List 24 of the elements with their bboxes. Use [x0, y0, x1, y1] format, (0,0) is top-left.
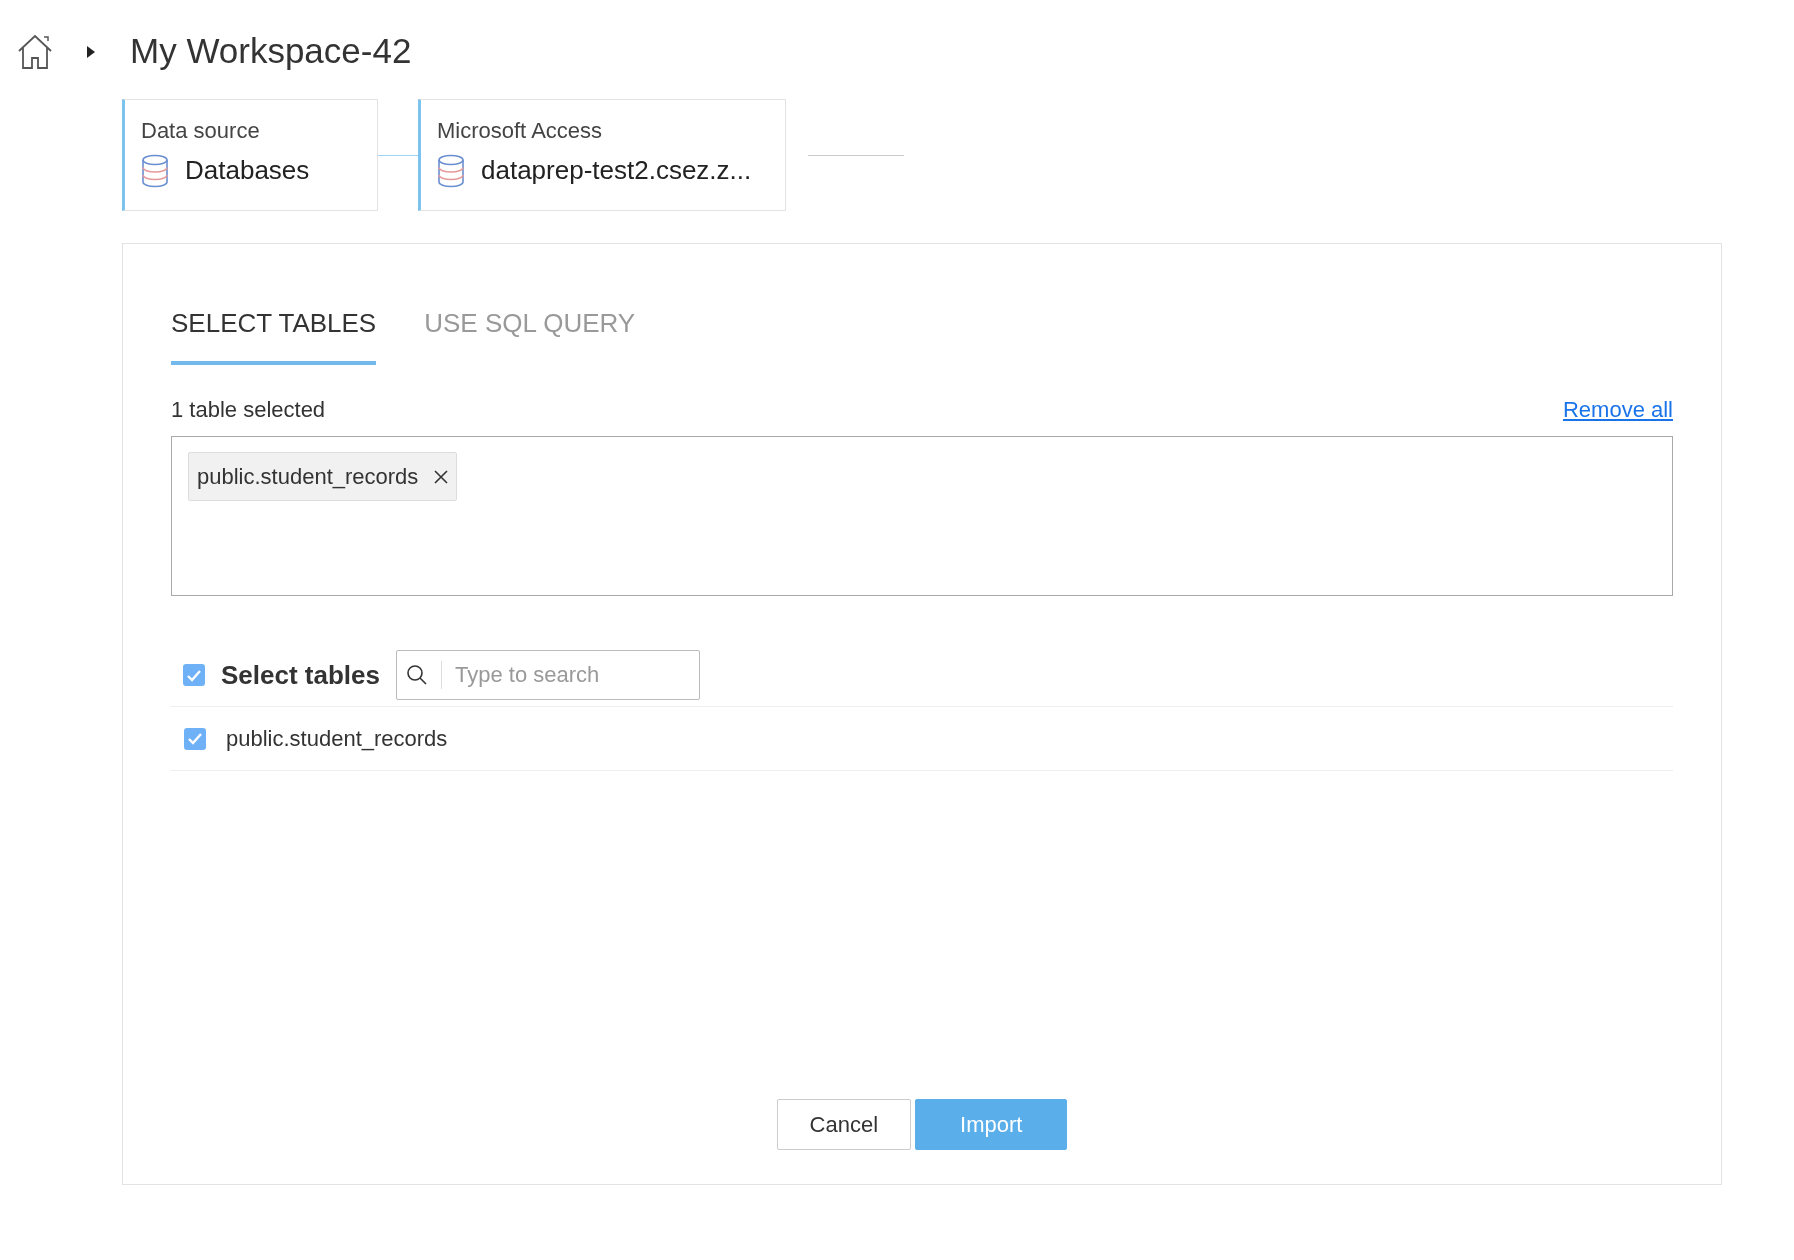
step-card[interactable]: Data source Databases: [122, 99, 378, 211]
cancel-button[interactable]: Cancel: [776, 1099, 912, 1150]
step-label: Microsoft Access: [437, 117, 604, 145]
chip-label: public.student_records: [197, 463, 419, 491]
remove-all-link[interactable]: Remove all: [1562, 393, 1673, 426]
search-field[interactable]: Type to search: [396, 650, 700, 700]
step-value: dataprep-test2.csez.z...: [481, 154, 752, 187]
database-icon: [437, 153, 465, 188]
tab[interactable]: SELECT TABLES: [171, 304, 377, 365]
checkmark-icon: [187, 732, 203, 745]
home-icon[interactable]: [16, 32, 54, 71]
checkmark-icon: [186, 668, 202, 682]
checkbox[interactable]: [183, 664, 205, 686]
close-icon[interactable]: [434, 469, 449, 484]
selected-count: 1 table selected: [171, 396, 326, 424]
step-value: Databases: [185, 154, 310, 187]
database-icon: [141, 153, 169, 188]
table-name: public.student_records: [226, 725, 448, 753]
step-label: Data source: [141, 117, 261, 145]
workspace-title: My Workspace-42: [130, 30, 412, 73]
step-card[interactable]: Microsoft Access dataprep-test2.csez.z...: [418, 99, 786, 211]
checkbox[interactable]: [184, 727, 206, 750]
caret-right-icon: [86, 44, 96, 59]
select-tables-label: Select tables: [221, 658, 380, 692]
